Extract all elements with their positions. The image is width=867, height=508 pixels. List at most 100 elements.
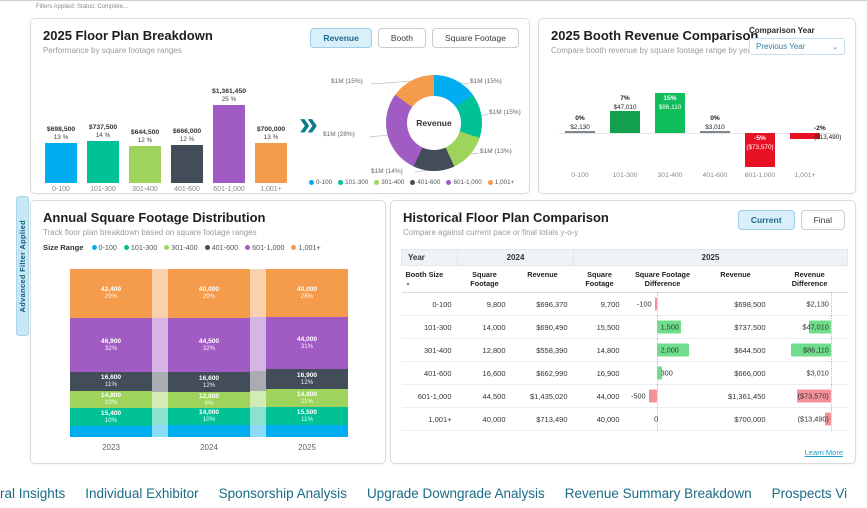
chevron-down-icon: ⌄ bbox=[832, 43, 838, 51]
booth-revenue-panel: 2025 Booth Revenue Comparison Compare bo… bbox=[538, 18, 856, 194]
column-header[interactable]: Booth Size▲ bbox=[402, 266, 458, 293]
bar-segment[interactable]: 14,80011% bbox=[266, 389, 348, 407]
bar-segment[interactable]: 40,00029% bbox=[168, 269, 250, 318]
bar-segment[interactable]: 14,80010% bbox=[70, 391, 152, 408]
bar-percent-label: 12 % bbox=[138, 137, 153, 144]
legend-item[interactable]: 101-300 bbox=[338, 179, 368, 186]
bar-segment[interactable] bbox=[168, 425, 250, 437]
column-header[interactable]: Revenue bbox=[700, 266, 772, 293]
report-tab-bar: ral Insights Individual Exhibitor Sponsors… bbox=[0, 478, 867, 508]
button-final[interactable]: Final bbox=[801, 210, 845, 230]
bar-segment[interactable]: 15,50011% bbox=[266, 407, 348, 425]
stacked-bar: 40,00028%44,00031%16,90012%14,80011%15,5… bbox=[266, 269, 348, 437]
donut-callout-label: $1M (28%) bbox=[323, 131, 355, 138]
table-row[interactable]: 0-1009,800$696,3709,700-100$698,500$2,13… bbox=[402, 293, 848, 316]
annual-distribution-panel: Annual Square Footage Distribution Track… bbox=[30, 200, 386, 464]
bar-column: 0%$2,1300-100 bbox=[563, 75, 597, 187]
bar-segment[interactable]: 42,40029% bbox=[70, 269, 152, 318]
table-row[interactable]: 1,001+40,000$713,49040,0000$700,000($13,… bbox=[402, 408, 848, 431]
bar-segment[interactable]: 16,90012% bbox=[266, 369, 348, 389]
legend-item[interactable]: 0-100 bbox=[309, 179, 332, 186]
bar-segment[interactable]: 44,00031% bbox=[266, 317, 348, 369]
bar[interactable] bbox=[129, 146, 161, 183]
nav-tab-sponsorship-analysis[interactable]: Sponsorship Analysis bbox=[219, 486, 347, 501]
table-row[interactable]: 601-1,00044,500$1,435,02044,000-500$1,36… bbox=[402, 385, 848, 408]
segment-percent-label: 10% bbox=[105, 399, 117, 406]
legend-dot bbox=[374, 180, 379, 185]
bar-segment[interactable]: 46,90032% bbox=[70, 318, 152, 372]
donut[interactable]: Revenue bbox=[386, 75, 482, 171]
diff-value: $47,010 bbox=[802, 323, 828, 332]
button-square-footage[interactable]: Square Footage bbox=[432, 28, 519, 48]
legend-item[interactable]: 401-600 bbox=[410, 179, 440, 186]
bar-segment[interactable]: 12,8009% bbox=[168, 392, 250, 408]
table-group-header: 2024 bbox=[458, 250, 574, 266]
table-cell: 12,800 bbox=[458, 339, 512, 362]
legend-item[interactable]: 301-400 bbox=[164, 243, 197, 252]
bar[interactable] bbox=[610, 111, 640, 133]
button-current[interactable]: Current bbox=[738, 210, 795, 230]
column-header[interactable]: Revenue bbox=[512, 266, 574, 293]
button-booth[interactable]: Booth bbox=[378, 28, 426, 48]
bar-label: -5%($73,570) bbox=[737, 135, 783, 153]
legend-item[interactable]: 401-600 bbox=[205, 243, 238, 252]
legend-item[interactable]: 101-300 bbox=[124, 243, 157, 252]
ribbon-segment bbox=[250, 391, 266, 408]
column-header[interactable]: Revenue Difference bbox=[772, 266, 848, 293]
legend-label: 1,001+ bbox=[495, 179, 514, 186]
button-revenue[interactable]: Revenue bbox=[310, 28, 371, 48]
table-cell: 14,800 bbox=[574, 339, 626, 362]
nav-tab-revenue-summary-breakdown[interactable]: Revenue Summary Breakdown bbox=[565, 486, 752, 501]
table-group-header-row: Year20242025 bbox=[402, 250, 848, 266]
table-row[interactable]: 401-60016,600$662,99016,900300$666,000$3… bbox=[402, 362, 848, 385]
nav-tab-ral-insights[interactable]: ral Insights bbox=[0, 486, 65, 501]
legend-item[interactable]: 601-1,000 bbox=[245, 243, 284, 252]
table-row[interactable]: 301-40012,800$558,39014,8002,000$644,500… bbox=[402, 339, 848, 362]
legend-label: 1,001+ bbox=[298, 243, 320, 252]
ribbon-segment bbox=[250, 317, 266, 370]
historical-comparison-panel: Historical Floor Plan Comparison Compare… bbox=[390, 200, 856, 464]
legend-item[interactable]: 601-1,000 bbox=[446, 179, 481, 186]
segment-value-label: 40,000 bbox=[297, 286, 317, 293]
donut-callout-label: $1M (15%) bbox=[489, 109, 521, 116]
column-header[interactable]: Square Footage Difference bbox=[626, 266, 700, 293]
bar-segment[interactable] bbox=[70, 426, 152, 437]
bar-segment[interactable]: 16,60012% bbox=[168, 372, 250, 392]
bar[interactable] bbox=[87, 141, 119, 183]
table-row[interactable]: 101-30014,000$690,49015,5001,500$737,500… bbox=[402, 316, 848, 339]
bar[interactable] bbox=[213, 105, 245, 183]
segment-value-label: 46,900 bbox=[101, 338, 121, 345]
ribbon-segment bbox=[250, 371, 266, 391]
bar[interactable] bbox=[255, 143, 287, 183]
legend-item[interactable]: 0-100 bbox=[92, 243, 117, 252]
donut-callout-label: $1M (15%) bbox=[331, 78, 363, 85]
donut-callout-label: $1M (13%) bbox=[480, 148, 512, 155]
advanced-filter-ribbon[interactable]: Advanced Filter Applied bbox=[16, 196, 29, 336]
bar-label: 0%$2,130 bbox=[557, 115, 603, 133]
bar-segment[interactable]: 40,00028% bbox=[266, 269, 348, 317]
table-cell: 16,600 bbox=[458, 362, 512, 385]
bar[interactable] bbox=[171, 145, 203, 183]
column-header[interactable]: Square Footage bbox=[574, 266, 626, 293]
segment-percent-label: 28% bbox=[301, 293, 313, 300]
nav-tab-upgrade-downgrade-analysis[interactable]: Upgrade Downgrade Analysis bbox=[367, 486, 545, 501]
comparison-year-dropdown[interactable]: Previous Year ⌄ bbox=[749, 38, 845, 55]
learn-more-link[interactable]: Learn More bbox=[805, 448, 843, 457]
column-header[interactable]: Square Footage bbox=[458, 266, 512, 293]
legend-item[interactable]: 1,001+ bbox=[291, 243, 320, 252]
bar[interactable] bbox=[45, 143, 77, 183]
nav-tab-individual-exhibitor[interactable]: Individual Exhibitor bbox=[85, 486, 198, 501]
bar-segment[interactable]: 44,50032% bbox=[168, 318, 250, 372]
table-cell: 0-100 bbox=[402, 293, 458, 316]
bar-segment[interactable]: 16,60011% bbox=[70, 372, 152, 391]
bar-segment[interactable]: 15,40010% bbox=[70, 408, 152, 426]
nav-tab-prospects-vi[interactable]: Prospects Vi bbox=[772, 486, 848, 501]
legend-label: 0-100 bbox=[99, 243, 117, 252]
table-cell: $1,435,020 bbox=[512, 385, 574, 408]
bar-segment[interactable]: 14,00010% bbox=[168, 408, 250, 425]
sort-ascending-icon[interactable]: ▲ bbox=[406, 281, 454, 287]
legend-item[interactable]: 301-400 bbox=[374, 179, 404, 186]
legend-item[interactable]: 1,001+ bbox=[488, 179, 514, 186]
bar-segment[interactable] bbox=[266, 425, 348, 437]
segment-percent-label: 10% bbox=[105, 417, 117, 424]
